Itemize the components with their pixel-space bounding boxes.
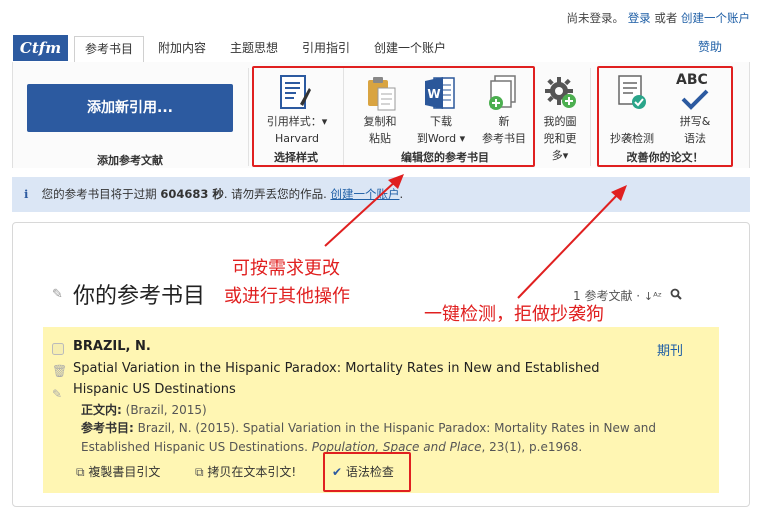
annotation-arrows: [324, 174, 627, 299]
